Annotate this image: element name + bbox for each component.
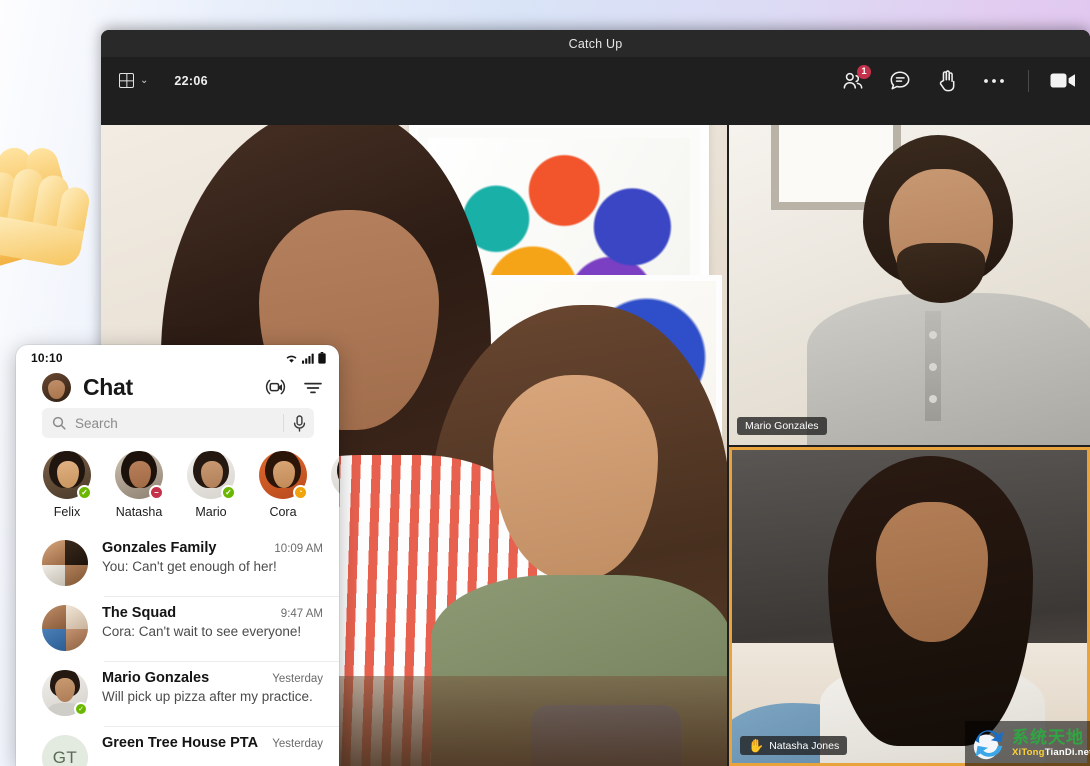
video-tile-mario[interactable]: Mario Gonzales — [729, 125, 1090, 445]
grid-layout-icon — [119, 73, 134, 88]
search-divider — [283, 414, 284, 432]
chat-header-actions — [265, 378, 323, 398]
more-options-button[interactable] — [981, 68, 1007, 94]
search-icon — [52, 416, 66, 430]
raised-hand-icon: ✋ — [748, 738, 765, 753]
presence-badge: ✓ — [221, 485, 236, 500]
cellular-icon — [302, 353, 314, 364]
chat-list-item[interactable]: The Squad 9:47 AM Cora: Can't wait to se… — [16, 596, 339, 661]
video-tile-natasha[interactable]: ✋ Natasha Jones — [729, 447, 1090, 766]
page-title: Chat — [83, 374, 133, 400]
new-meeting-icon[interactable] — [265, 378, 286, 398]
window-titlebar: Catch Up — [101, 30, 1090, 57]
chat-item-body: Mario Gonzales Yesterday Will pick up pi… — [102, 670, 323, 704]
search-input[interactable]: Search — [42, 408, 314, 438]
microphone-icon[interactable] — [293, 414, 306, 432]
person-name: Mario — [195, 505, 227, 519]
search-row: Search — [16, 408, 339, 438]
meeting-clock: 22:06 — [174, 73, 208, 88]
avatar — [331, 451, 339, 499]
chat-item-title: Gonzales Family — [102, 540, 217, 556]
battery-icon — [318, 352, 326, 364]
chat-item-preview: Will pick up pizza after my practice. — [102, 689, 313, 704]
chat-item-title: The Squad — [102, 605, 177, 621]
wifi-icon — [286, 355, 297, 363]
chat-list-item[interactable]: ✓ Mario Gonzales Yesterday Will pick up … — [16, 661, 339, 726]
participant-name-label: Mario Gonzales — [737, 417, 827, 435]
presence-badge: ✓ — [74, 702, 88, 716]
presence-badge: – — [149, 485, 164, 500]
filter-icon[interactable] — [303, 380, 323, 396]
search-placeholder: Search — [75, 415, 118, 431]
person-felix[interactable]: ✓ Felix — [42, 451, 92, 519]
person-eri[interactable]: Eri — [330, 451, 339, 519]
chat-item-body: Green Tree House PTA Yesterday — [102, 735, 323, 754]
person-natasha[interactable]: – Natasha — [114, 451, 164, 519]
user-avatar[interactable] — [42, 373, 71, 402]
person-name: Felix — [53, 505, 81, 519]
layout-view-button[interactable]: ⌄ — [119, 73, 148, 88]
avatar: ✓ — [187, 451, 236, 500]
people-carousel[interactable]: ✓ Felix – Natasha ✓ Mario ◔ Cora — [16, 438, 339, 519]
phone-status-icons — [285, 352, 326, 364]
watermark-text: 系统天地 XiTongTianDi.net — [1012, 729, 1090, 758]
camera-button[interactable] — [1050, 68, 1076, 94]
person-cora[interactable]: ◔ Cora — [258, 451, 308, 519]
presence-badge: ◔ — [293, 485, 308, 500]
phone-clock: 10:10 — [31, 351, 63, 365]
mobile-chat-panel: 10:10 Chat Search ✓ Felix – Natasha ✓ Ma… — [16, 345, 339, 766]
avatar: – — [115, 451, 164, 500]
raise-hand-button[interactable] — [934, 68, 960, 94]
chat-button[interactable] — [887, 68, 913, 94]
chat-item-body: The Squad 9:47 AM Cora: Can't wait to se… — [102, 605, 323, 639]
shirt-button — [929, 331, 937, 339]
chat-header: Chat — [16, 371, 339, 408]
person-name: Natasha — [115, 505, 163, 519]
meeting-toolbar: ⌄ 22:06 1 — [101, 57, 1090, 104]
chat-list-item[interactable]: GT Green Tree House PTA Yesterday — [16, 726, 339, 766]
group-avatar — [42, 540, 88, 586]
person-name: Cora — [269, 505, 297, 519]
toolbar-right-group: 1 — [840, 64, 1076, 94]
watermark-en: XiTongTianDi.net — [1012, 747, 1090, 759]
toolbar-divider — [1028, 69, 1029, 92]
chat-item-time: 9:47 AM — [280, 608, 323, 620]
person-mario[interactable]: ✓ Mario — [186, 451, 236, 519]
shirt-button — [929, 363, 937, 371]
initials-avatar: GT — [42, 735, 88, 766]
people-count-badge: 1 — [857, 64, 871, 79]
watermark-logo-icon — [973, 729, 1004, 759]
participant-body — [807, 293, 1090, 445]
shirt-button — [929, 395, 937, 403]
clap-reaction-emoji — [0, 147, 90, 266]
phone-status-bar: 10:10 — [16, 345, 339, 371]
chat-item-title: Green Tree House PTA — [102, 735, 259, 751]
chat-item-preview: You: Can't get enough of her! — [102, 559, 277, 574]
avatar: ✓ — [43, 451, 92, 500]
chat-item-preview: Cora: Can't wait to see everyone! — [102, 624, 302, 639]
chevron-down-icon: ⌄ — [140, 74, 149, 86]
chat-item-title: Mario Gonzales — [102, 670, 210, 686]
chat-item-time: 10:09 AM — [274, 543, 323, 555]
chat-list-item[interactable]: Gonzales Family 10:09 AM You: Can't get … — [16, 531, 339, 596]
chat-item-body: Gonzales Family 10:09 AM You: Can't get … — [102, 540, 323, 574]
toolbar-left-group: ⌄ 22:06 — [119, 73, 208, 88]
watermark: 系统天地 XiTongTianDi.net — [965, 721, 1090, 766]
person-name: Eri — [330, 505, 339, 519]
window-title: Catch Up — [568, 36, 623, 51]
chat-list: Gonzales Family 10:09 AM You: Can't get … — [16, 531, 339, 766]
watermark-cn: 系统天地 — [1012, 728, 1084, 748]
avatar: ◔ — [259, 451, 308, 500]
group-avatar — [42, 605, 88, 651]
chat-item-time: Yesterday — [272, 673, 323, 685]
contact-avatar: ✓ — [42, 670, 88, 716]
presence-badge: ✓ — [77, 485, 92, 500]
participant-name-label: ✋ Natasha Jones — [740, 736, 848, 755]
chat-item-time: Yesterday — [272, 738, 323, 750]
people-button[interactable]: 1 — [840, 64, 871, 94]
